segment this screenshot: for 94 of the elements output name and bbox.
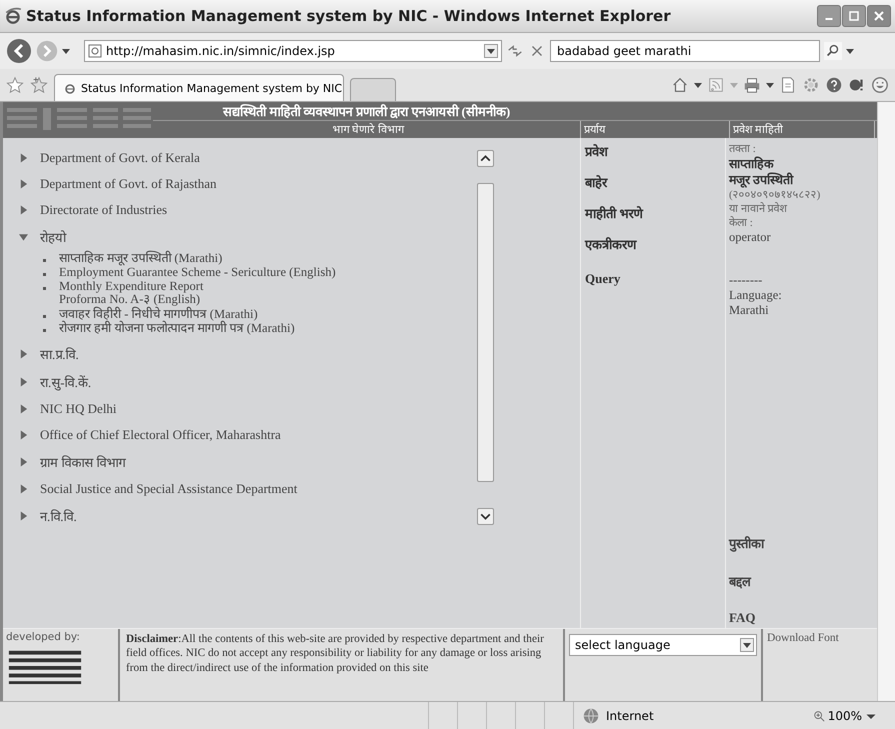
- settings-icon[interactable]: [802, 76, 820, 94]
- bullet-icon: [43, 314, 46, 318]
- report-link[interactable]: जवाहर विहीरी - निधीचे मागणीपत्र (Marathi): [59, 308, 258, 321]
- expander-icon[interactable]: [19, 153, 28, 163]
- footer-link[interactable]: बद्दल: [729, 572, 751, 590]
- tree-item[interactable]: ग्राम विकास विभाग: [19, 452, 477, 471]
- bullet-icon: [43, 259, 46, 262]
- column-header: भाग घेणारे विभाग: [153, 121, 581, 138]
- expander-icon[interactable]: [19, 404, 28, 414]
- expander-icon[interactable]: [19, 510, 28, 521]
- tree-item[interactable]: Directorate of Industries: [19, 202, 477, 218]
- page-scrollbar[interactable]: [877, 102, 895, 701]
- tree-item[interactable]: रोहयो: [19, 228, 477, 246]
- report-link[interactable]: रोजगार हमी योजना फलोत्पादन मागणी पत्र (Marathi): [59, 322, 295, 335]
- browser-logo-icon: [4, 7, 22, 25]
- minimize-button[interactable]: [817, 5, 841, 27]
- page-icon: [88, 44, 102, 58]
- report-link[interactable]: साप्ताहिक मजूर उपस्थिती (Marathi): [59, 252, 222, 266]
- tree-item[interactable]: न.वि.वि.: [19, 506, 477, 525]
- bullet-icon: [43, 273, 46, 276]
- expander-icon[interactable]: [19, 179, 28, 189]
- tree-item[interactable]: Office of Chief Electoral Officer, Maharashtra: [19, 426, 477, 443]
- scroll-up-icon[interactable]: [477, 150, 494, 167]
- close-icon: [874, 11, 884, 21]
- print-icon[interactable]: [743, 76, 761, 94]
- back-button[interactable]: [6, 38, 32, 64]
- window-title: Status Information Management system by NIC - Windows Internet Explorer: [26, 7, 672, 25]
- star-icon[interactable]: [6, 76, 24, 94]
- search-icon[interactable]: [824, 42, 842, 60]
- info-value: साप्ताहिक: [729, 156, 774, 172]
- menu-link[interactable]: बाहेर: [585, 173, 607, 191]
- expander-icon[interactable]: [19, 348, 28, 359]
- menu-link[interactable]: एकत्रीकरण: [585, 235, 636, 253]
- scroll-thumb[interactable]: [477, 183, 494, 482]
- tree-item[interactable]: रा.सु-वि.कें.: [19, 372, 477, 391]
- column-header: प्रवेश माहिती: [730, 121, 875, 138]
- menu-link[interactable]: प्रवेश: [585, 142, 608, 160]
- tree-item[interactable]: सा.प्र.वि.: [19, 344, 477, 363]
- browser-tab[interactable]: Status Information Management system by NIC: [54, 74, 344, 101]
- dropdown-arrow-icon[interactable]: [766, 81, 774, 89]
- page-title: सद्यस्थिती माहिती व्यवस्थापन प्रणाली द्वारा एनआयसी (सीमनीक): [223, 103, 510, 120]
- bullet-icon: [43, 287, 46, 290]
- info-value: --------: [729, 273, 762, 288]
- menu-link[interactable]: Query: [585, 271, 620, 287]
- expander-icon[interactable]: [19, 456, 28, 467]
- dropdown-arrow-icon[interactable]: [846, 47, 854, 55]
- info-value: Marathi: [729, 303, 769, 318]
- dropdown-arrow-icon[interactable]: [694, 81, 702, 89]
- expander-icon[interactable]: [19, 232, 28, 242]
- zoom-icon: [812, 710, 825, 722]
- maximize-icon: [849, 11, 859, 21]
- bullet-icon: [43, 328, 46, 332]
- column-header: प्रर्याय: [581, 121, 730, 138]
- download-font-link[interactable]: Download Font: [763, 629, 843, 701]
- info-value: operator: [729, 230, 771, 245]
- minimize-icon: [825, 18, 833, 20]
- footer-link[interactable]: FAQ: [729, 610, 756, 626]
- smiley-icon[interactable]: [871, 76, 889, 94]
- tree-item[interactable]: NIC HQ Delhi: [19, 400, 477, 417]
- developer-label: developed by:: [6, 631, 80, 643]
- info-value: Language:: [729, 288, 782, 303]
- expander-icon[interactable]: [19, 430, 28, 440]
- address-field[interactable]: http://mahasim.nic.in/simnic/index.jsp: [84, 40, 502, 62]
- expander-icon[interactable]: [19, 376, 28, 387]
- report-link[interactable]: Monthly Expenditure Report Proforma No. A-३ (English): [59, 280, 204, 306]
- scrollbar[interactable]: [477, 150, 494, 525]
- dropdown-arrow-icon[interactable]: [62, 47, 70, 55]
- footer-link[interactable]: पुस्तीका: [729, 534, 764, 552]
- security-zone: Internet: [606, 708, 654, 722]
- add-favorites-icon[interactable]: [30, 76, 48, 94]
- tree-item[interactable]: Department of Govt. of Kerala: [19, 150, 477, 166]
- search-field[interactable]: badabad geet marathi: [550, 40, 820, 62]
- page-menu-icon[interactable]: [779, 76, 797, 94]
- scroll-down-icon[interactable]: [477, 508, 494, 525]
- globe-icon: [582, 706, 600, 724]
- zoom-control[interactable]: 100%: [812, 708, 877, 722]
- refresh-icon[interactable]: [506, 42, 524, 60]
- help-icon[interactable]: [825, 76, 843, 94]
- info-label: या नावाने प्रवेश: [729, 202, 786, 216]
- info-label: केला :: [729, 216, 753, 230]
- tree-item[interactable]: Social Justice and Special Assistance Department: [19, 480, 477, 497]
- feed-icon[interactable]: [707, 76, 725, 94]
- maximize-button[interactable]: [842, 5, 866, 27]
- close-button[interactable]: [867, 5, 891, 27]
- info-label: तक्ता :: [729, 142, 756, 156]
- menu-link[interactable]: माहीती भरणे: [585, 204, 642, 222]
- report-link[interactable]: Employment Guarantee Scheme - Sericulture (English): [59, 266, 336, 280]
- home-icon[interactable]: [671, 76, 689, 94]
- expander-icon[interactable]: [19, 484, 28, 494]
- info-value: मजूर उपस्थिती: [729, 172, 794, 188]
- expander-icon[interactable]: [19, 205, 28, 215]
- tree-item[interactable]: Department of Govt. of Rajasthan: [19, 176, 477, 192]
- info-label: (२००४०९०७१४५८२२): [729, 188, 820, 202]
- language-dropdown[interactable]: select language: [569, 634, 757, 656]
